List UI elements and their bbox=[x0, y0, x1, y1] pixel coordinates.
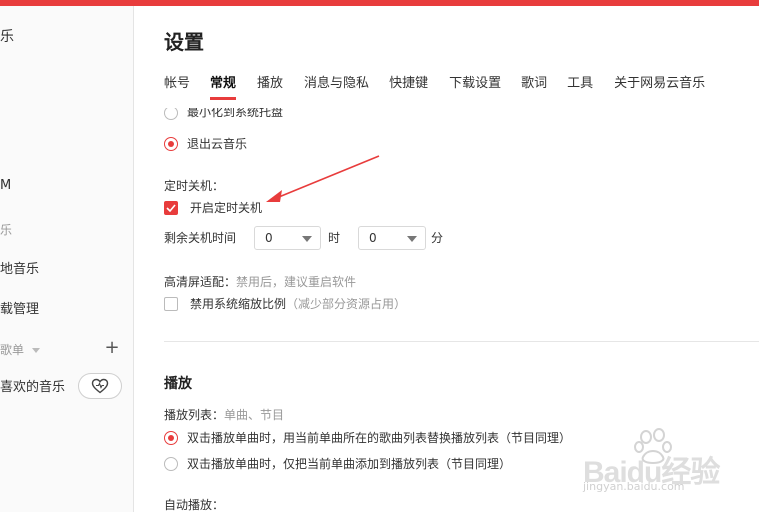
timer-enable-checkbox[interactable] bbox=[164, 200, 178, 215]
playlist-hint: 单曲、节目 bbox=[224, 408, 285, 422]
timer-enable-label: 开启定时关机 bbox=[190, 201, 263, 215]
page-title: 设置 bbox=[164, 30, 204, 54]
playlist-heading-label: 播放列表： bbox=[164, 408, 225, 422]
chevron-down-icon bbox=[407, 236, 417, 242]
baidu-jingyan-watermark: Baidu经验 jingyan.baidu.com bbox=[583, 427, 753, 497]
timer-remaining-label: 剩余关机时间 bbox=[164, 231, 237, 245]
minutes-select[interactable]: 0 bbox=[358, 226, 426, 250]
sidebar-item-partial[interactable]: 乐 bbox=[0, 26, 14, 46]
close-option-minimize-row[interactable]: 最小化到系统托盘 bbox=[164, 108, 283, 120]
tab-shortcuts[interactable]: 快捷键 bbox=[389, 72, 428, 100]
disable-scaling-hint: （减少部分资源占用） bbox=[286, 297, 407, 311]
hidpi-heading-label: 高清屏适配： bbox=[164, 275, 237, 289]
playlist-add-row[interactable]: 双击播放单曲时，仅把当前单曲添加到播放列表（节目同理） bbox=[164, 455, 511, 472]
tab-tools[interactable]: 工具 bbox=[567, 72, 593, 100]
disable-scaling-checkbox[interactable] bbox=[164, 296, 178, 311]
heart-mode-button[interactable] bbox=[78, 373, 122, 399]
hidpi-hint: 禁用后，建议重启软件 bbox=[236, 275, 357, 289]
playlist-add-radio[interactable] bbox=[164, 456, 178, 471]
sidebar-playlists-label: 歌单 bbox=[0, 343, 25, 357]
playlist-replace-label: 双击播放单曲时，用当前单曲所在的歌曲列表替换播放列表（节目同理） bbox=[187, 431, 572, 445]
minimize-tray-radio[interactable] bbox=[164, 108, 178, 120]
timer-heading: 定时关机： bbox=[164, 177, 224, 194]
sidebar: 乐 M 乐 地音乐 载管理 歌单 + 喜欢的音乐 bbox=[0, 6, 134, 512]
heart-icon bbox=[91, 378, 109, 394]
playlist-heading: 播放列表： 单曲、节目 bbox=[164, 406, 284, 423]
triangle-down-icon bbox=[31, 348, 40, 353]
exit-app-label: 退出云音乐 bbox=[187, 137, 248, 151]
tab-messages-privacy[interactable]: 消息与隐私 bbox=[304, 72, 369, 100]
timer-remaining-label-row: 剩余关机时间 bbox=[164, 229, 236, 246]
sidebar-item-local-music[interactable]: 地音乐 bbox=[0, 258, 39, 277]
hours-unit-label: 时 bbox=[328, 231, 341, 245]
disable-scaling-label: 禁用系统缩放比例 bbox=[190, 297, 287, 311]
playback-section-title: 播放 bbox=[164, 376, 192, 392]
add-playlist-button[interactable]: + bbox=[104, 338, 120, 358]
playlist-replace-radio[interactable] bbox=[164, 430, 178, 445]
chevron-down-icon bbox=[302, 236, 312, 242]
checkmark-icon bbox=[166, 203, 176, 212]
tab-download-settings[interactable]: 下载设置 bbox=[449, 72, 501, 100]
sidebar-playlists-heading[interactable]: 歌单 bbox=[0, 341, 40, 358]
section-divider bbox=[164, 341, 759, 342]
autoplay-heading-label: 自动播放： bbox=[164, 498, 225, 512]
timer-heading-label: 定时关机： bbox=[164, 179, 225, 193]
annotation-arrow-icon bbox=[266, 155, 380, 202]
hidpi-disable-row[interactable]: 禁用系统缩放比例 （减少部分资源占用） bbox=[164, 295, 406, 312]
hours-select[interactable]: 0 bbox=[254, 226, 321, 250]
watermark-url: jingyan.baidu.com bbox=[583, 480, 685, 493]
close-option-exit-row[interactable]: 退出云音乐 bbox=[164, 135, 247, 152]
hours-value: 0 bbox=[265, 231, 273, 245]
exit-app-radio[interactable] bbox=[164, 136, 178, 151]
sidebar-item-liked-music[interactable]: 喜欢的音乐 bbox=[0, 376, 65, 395]
sidebar-item-download-manager[interactable]: 载管理 bbox=[0, 298, 39, 317]
hidpi-heading: 高清屏适配： 禁用后，建议重启软件 bbox=[164, 273, 356, 290]
minutes-value: 0 bbox=[369, 231, 377, 245]
playlist-add-label: 双击播放单曲时，仅把当前单曲添加到播放列表（节目同理） bbox=[187, 457, 512, 471]
minimize-tray-label: 最小化到系统托盘 bbox=[187, 108, 284, 119]
minutes-unit: 分 bbox=[431, 229, 443, 246]
tab-general[interactable]: 常规 bbox=[210, 72, 237, 100]
sidebar-item-partial[interactable]: M bbox=[0, 178, 11, 193]
tab-account[interactable]: 帐号 bbox=[164, 72, 190, 100]
settings-tabs: 帐号 常规 播放 消息与隐私 快捷键 下载设置 歌词 工具 关于网易云音乐 bbox=[164, 72, 705, 100]
sidebar-section-label: 乐 bbox=[0, 223, 13, 237]
autoplay-heading: 自动播放： bbox=[164, 496, 224, 512]
tab-about[interactable]: 关于网易云音乐 bbox=[614, 72, 705, 100]
hours-unit: 时 bbox=[328, 229, 340, 246]
tab-playback[interactable]: 播放 bbox=[257, 72, 283, 100]
tab-lyrics[interactable]: 歌词 bbox=[521, 72, 547, 100]
timer-enable-row[interactable]: 开启定时关机 bbox=[164, 199, 262, 216]
playlist-replace-row[interactable]: 双击播放单曲时，用当前单曲所在的歌曲列表替换播放列表（节目同理） bbox=[164, 429, 571, 446]
minutes-unit-label: 分 bbox=[431, 231, 444, 245]
